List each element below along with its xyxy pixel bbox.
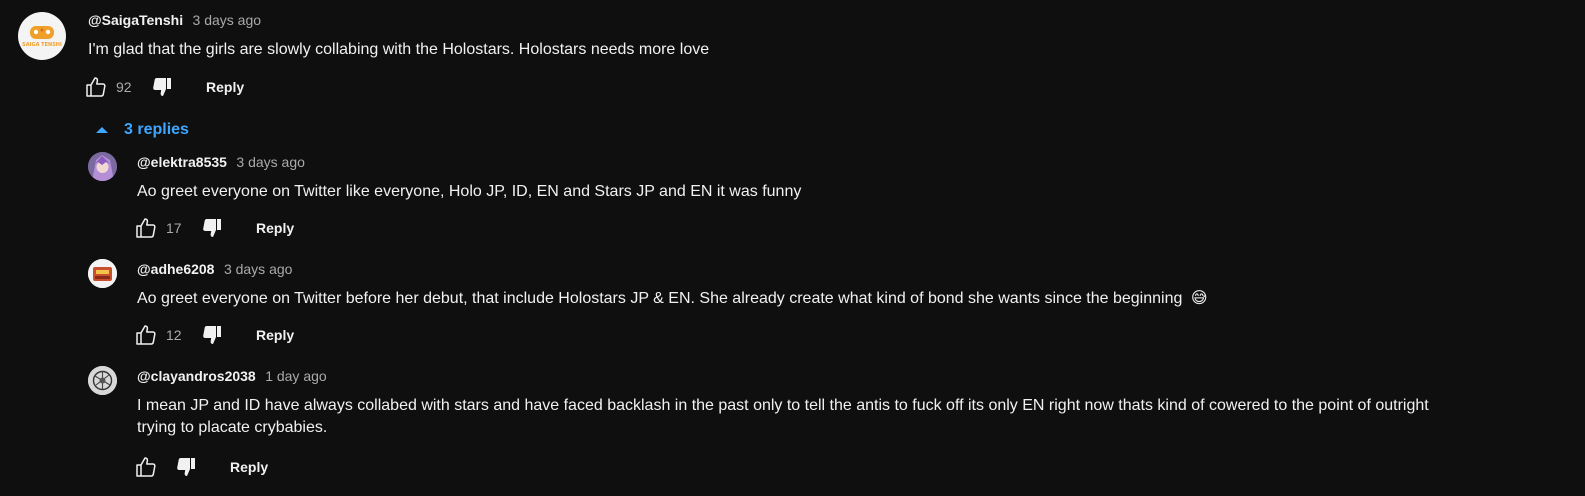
- avatar[interactable]: [88, 259, 117, 288]
- reply-comment: @adhe6208 3 days ago Ao greet everyone o…: [0, 253, 1585, 353]
- comment-header: @elektra8535 3 days ago: [137, 154, 305, 172]
- comment-text: I'm glad that the girls are slowly colla…: [88, 41, 710, 58]
- comment-header: @adhe6208 3 days ago: [137, 261, 292, 279]
- comments-section: SAIGA TENSHI @SaigaTenshi 3 days ago I'm…: [0, 0, 1585, 496]
- comment-timestamp[interactable]: 3 days ago: [224, 261, 293, 277]
- reply-button[interactable]: Reply: [230, 459, 268, 475]
- anime-avatar-icon: [88, 152, 117, 181]
- sketch-avatar-icon: [88, 366, 117, 395]
- comment-header: @SaigaTenshi 3 days ago: [88, 12, 261, 30]
- reply-comment: @clayandros2038 1 day ago I mean JP and …: [0, 360, 1585, 496]
- comment-author[interactable]: @elektra8535: [137, 154, 227, 170]
- comment-actions: Reply: [134, 455, 268, 479]
- comment-timestamp[interactable]: 3 days ago: [193, 12, 262, 28]
- like-count: 92: [116, 79, 132, 95]
- replies-toggle-button[interactable]: 3 replies: [92, 118, 189, 142]
- comment-text: Ao greet everyone on Twitter before her …: [137, 288, 1557, 310]
- thumbs-up-icon[interactable]: [84, 75, 108, 99]
- caret-up-icon: [96, 127, 108, 133]
- comment-text: I mean JP and ID have always collabed wi…: [137, 395, 1577, 439]
- thumbs-down-icon[interactable]: [150, 75, 174, 99]
- cartoon-avatar-icon: [88, 259, 117, 288]
- thumbs-down-icon[interactable]: [200, 323, 224, 347]
- grinning-sweat-emoji: 😅: [1190, 290, 1208, 307]
- comment-actions: 17 Reply: [134, 216, 294, 240]
- thumbs-up-icon[interactable]: [134, 216, 158, 240]
- like-count: 17: [166, 220, 182, 236]
- comment-text-line: I mean JP and ID have always collabed wi…: [137, 397, 1429, 414]
- thumbs-up-icon[interactable]: [134, 455, 158, 479]
- reply-comment: @elektra8535 3 days ago Ao greet everyon…: [0, 146, 1585, 246]
- reply-button[interactable]: Reply: [256, 220, 294, 236]
- thumbs-down-icon[interactable]: [174, 455, 198, 479]
- comment-text: Ao greet everyone on Twitter like everyo…: [137, 183, 802, 200]
- replies-count-label: 3 replies: [124, 121, 189, 138]
- reply-button[interactable]: Reply: [206, 79, 244, 95]
- comment-text-line: trying to placate crybabies.: [137, 419, 328, 436]
- comment-timestamp[interactable]: 1 day ago: [265, 368, 327, 384]
- thumbs-up-icon[interactable]: [134, 323, 158, 347]
- avatar[interactable]: [88, 152, 117, 181]
- comment-author[interactable]: @clayandros2038: [137, 368, 256, 384]
- avatar[interactable]: [88, 366, 117, 395]
- comment-header: @clayandros2038 1 day ago: [137, 368, 327, 386]
- thumbs-down-icon[interactable]: [200, 216, 224, 240]
- avatar-logo-text: SAIGA TENSHI: [22, 42, 62, 48]
- comment-actions: 92 Reply: [84, 75, 244, 99]
- reply-button[interactable]: Reply: [256, 327, 294, 343]
- comment-actions: 12 Reply: [134, 323, 294, 347]
- comment-author[interactable]: @SaigaTenshi: [88, 12, 183, 28]
- comment-timestamp[interactable]: 3 days ago: [236, 154, 305, 170]
- comment-thread: SAIGA TENSHI @SaigaTenshi 3 days ago I'm…: [0, 0, 1585, 110]
- like-count: 12: [166, 327, 182, 343]
- comment-author[interactable]: @adhe6208: [137, 261, 214, 277]
- comment-text-body: Ao greet everyone on Twitter before her …: [137, 290, 1183, 307]
- avatar[interactable]: SAIGA TENSHI: [18, 12, 66, 60]
- saiga-logo-icon: [30, 26, 54, 39]
